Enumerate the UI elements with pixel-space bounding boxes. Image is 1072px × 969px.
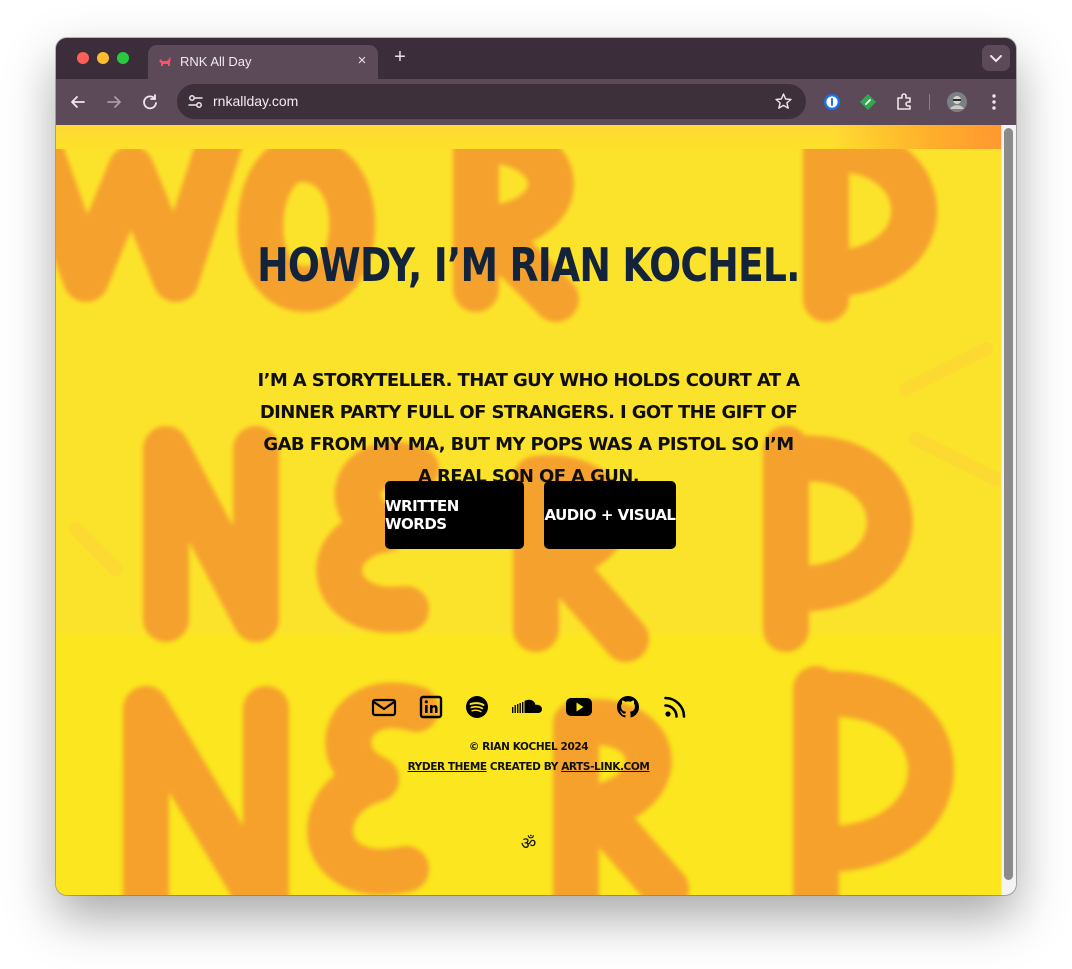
reload-icon[interactable] bbox=[139, 91, 161, 113]
tab-search-button[interactable] bbox=[982, 45, 1010, 71]
more-menu-icon[interactable] bbox=[983, 91, 1005, 113]
extensions-puzzle-icon[interactable] bbox=[893, 91, 915, 113]
spotify-icon[interactable] bbox=[463, 693, 491, 721]
tab-title: RNK All Day bbox=[180, 54, 252, 69]
scrollbar-thumb[interactable] bbox=[1004, 128, 1013, 880]
back-icon[interactable] bbox=[67, 91, 89, 113]
youtube-icon[interactable] bbox=[564, 693, 594, 721]
toolbar-divider bbox=[929, 94, 930, 110]
browser-toolbar: rnkallday.com bbox=[56, 79, 1016, 125]
social-links bbox=[56, 693, 1001, 723]
soundcloud-icon[interactable] bbox=[510, 693, 544, 721]
email-icon[interactable] bbox=[370, 693, 398, 721]
arts-link-link[interactable]: arts-link.com bbox=[561, 761, 650, 773]
zoom-window-button[interactable] bbox=[117, 52, 129, 64]
ryder-theme-link[interactable]: Ryder Theme bbox=[408, 761, 487, 773]
bookmark-star-icon[interactable] bbox=[774, 92, 793, 111]
linkedin-icon[interactable] bbox=[417, 693, 445, 721]
close-window-button[interactable] bbox=[77, 52, 89, 64]
top-strip-gradient bbox=[831, 125, 1001, 149]
tab-strip: RNK All Day × + bbox=[56, 38, 1016, 79]
vertical-scrollbar[interactable] bbox=[1001, 125, 1016, 895]
dog-favicon-icon bbox=[159, 57, 171, 66]
password-manager-extension-icon[interactable] bbox=[821, 91, 843, 113]
om-symbol: ॐ bbox=[520, 834, 537, 854]
url-text[interactable]: rnkallday.com bbox=[213, 93, 298, 109]
address-bar[interactable]: rnkallday.com bbox=[177, 84, 806, 119]
new-tab-button[interactable]: + bbox=[390, 47, 410, 67]
chevron-down-icon bbox=[990, 55, 1002, 63]
copyright-text: © Rian Kochel 2024 bbox=[468, 741, 589, 753]
forward-icon[interactable] bbox=[103, 91, 125, 113]
created-by-text: created by bbox=[489, 761, 558, 773]
github-icon[interactable] bbox=[614, 693, 642, 721]
tab-close-icon[interactable]: × bbox=[354, 53, 370, 69]
page-headline: Howdy, I’m Rian Kochel. bbox=[257, 238, 800, 292]
rss-icon[interactable] bbox=[661, 693, 689, 721]
browser-window: RNK All Day × + rnkallday.com HOWDY, I’M… bbox=[56, 38, 1016, 895]
theme-credit: Ryder Theme created by arts-link.com bbox=[56, 761, 1001, 773]
audio-visual-button[interactable]: Audio + Visual bbox=[544, 481, 676, 549]
site-settings-icon[interactable] bbox=[186, 92, 205, 111]
intro-paragraph: I’m a storyteller. That guy who holds co… bbox=[257, 370, 800, 487]
profile-avatar[interactable] bbox=[946, 91, 968, 113]
written-words-button[interactable]: Written Words bbox=[385, 481, 524, 549]
minimize-window-button[interactable] bbox=[97, 52, 109, 64]
tab-rnk-all-day[interactable]: RNK All Day × bbox=[148, 45, 378, 79]
page-viewport: Howdy, I’m Rian Kochel. I’m a storytelle… bbox=[56, 125, 1016, 895]
green-extension-icon[interactable] bbox=[857, 91, 879, 113]
page-top-strip bbox=[56, 125, 1001, 149]
